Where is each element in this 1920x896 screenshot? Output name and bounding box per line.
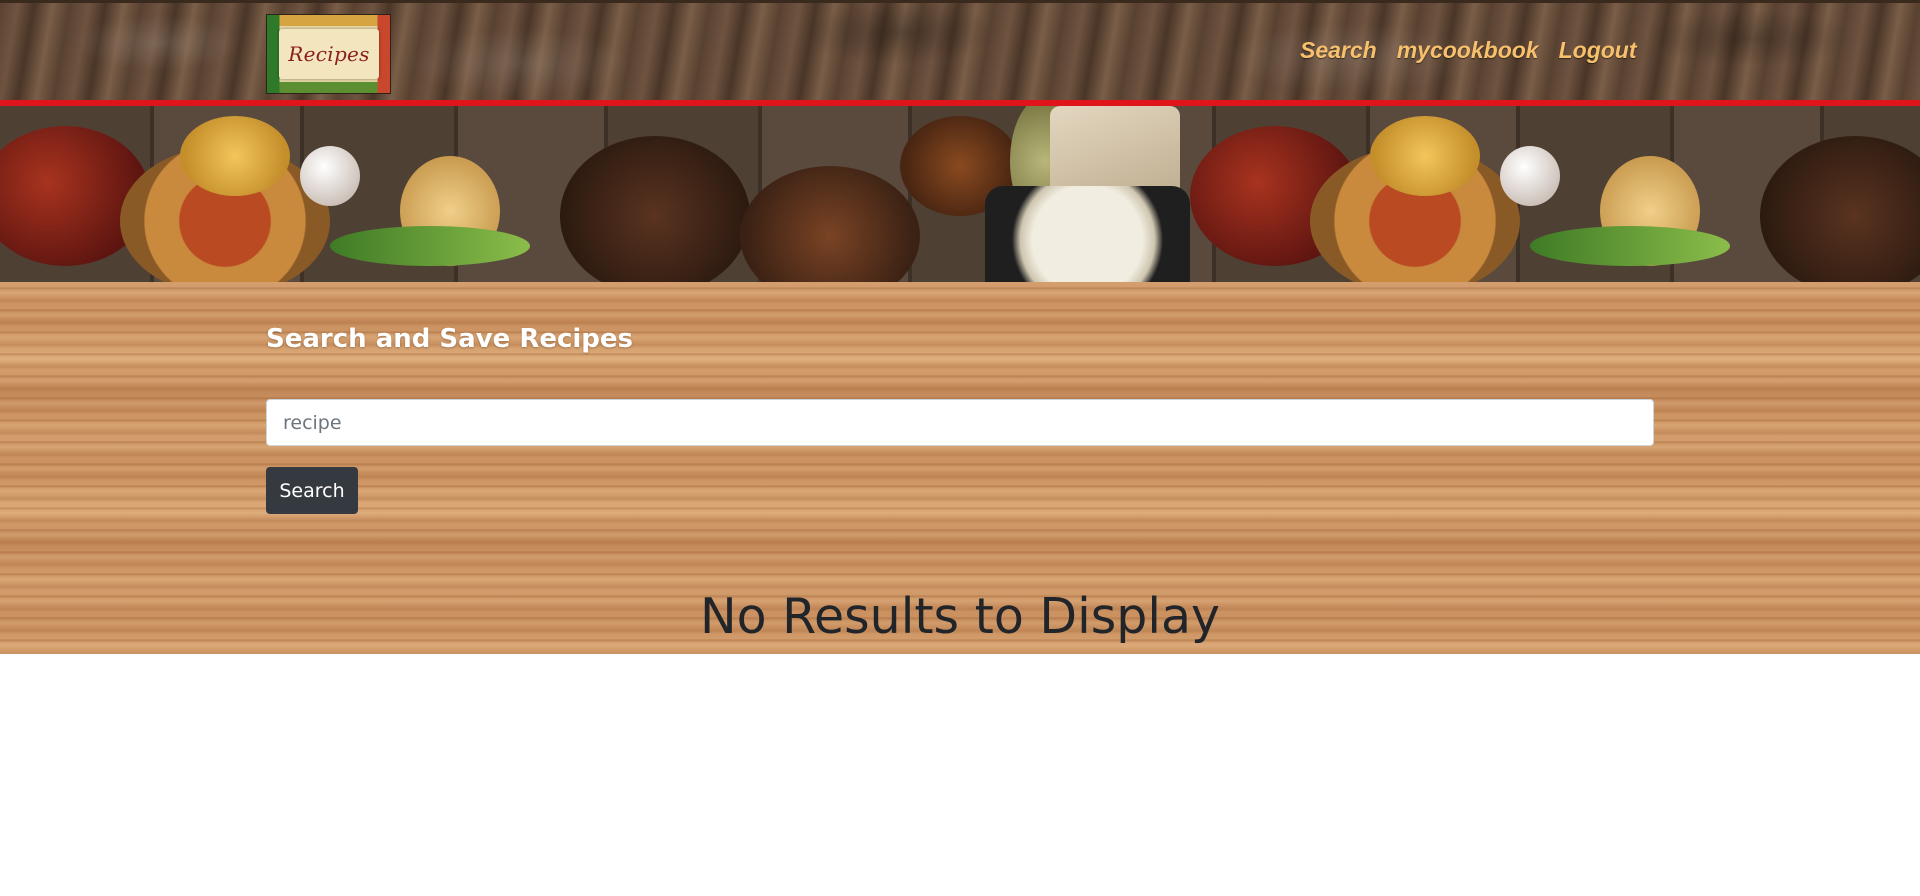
no-results-message: No Results to Display (699, 588, 1221, 645)
spices-banner-image (0, 106, 1920, 282)
garlic (300, 146, 360, 206)
star-anise-pile (560, 136, 750, 282)
nav-link-logout[interactable]: Logout (1559, 37, 1637, 64)
green-onion (330, 226, 530, 266)
search-button[interactable]: Search (266, 467, 358, 514)
nav-link-mycookbook[interactable]: mycookbook (1397, 37, 1539, 64)
brand-card: Recipes (279, 29, 379, 79)
recipe-search-input[interactable] (266, 399, 1654, 446)
navbar: Recipes Search mycookbook Logout (0, 0, 1920, 101)
nav-links: Search mycookbook Logout (1300, 37, 1637, 64)
ginger-2 (1370, 116, 1480, 196)
nav-link-search[interactable]: Search (1300, 37, 1377, 64)
brand-logo-text: Recipes (288, 42, 370, 66)
main-content: Search and Save Recipes Search No Result… (0, 282, 1920, 654)
rice-bowl (985, 186, 1190, 282)
page-title: Search and Save Recipes (266, 324, 634, 354)
green-onion-2 (1530, 226, 1730, 266)
garlic-2 (1500, 146, 1560, 206)
ginger (180, 116, 290, 196)
brand-logo[interactable]: Recipes (266, 14, 391, 94)
